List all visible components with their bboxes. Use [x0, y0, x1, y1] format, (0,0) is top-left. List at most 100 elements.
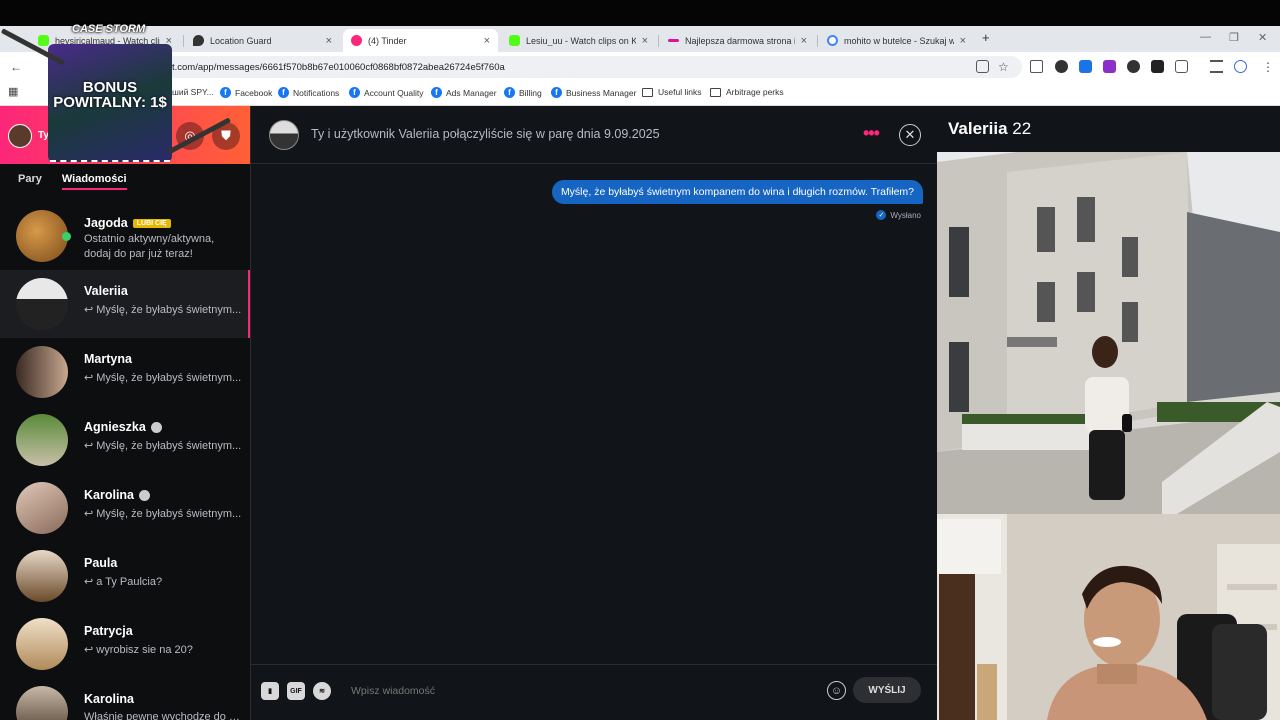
bookmark-spy[interactable]: ший SPY... [172, 87, 214, 97]
close-tab-icon[interactable]: × [484, 35, 490, 47]
tab-messages[interactable]: Wiadomości [61, 173, 127, 190]
bookmark-label: ший SPY... [172, 87, 214, 97]
conversation-name: Karolina [84, 692, 134, 706]
close-window-icon[interactable]: ✕ [1258, 31, 1267, 44]
profile-icon[interactable] [1234, 60, 1247, 73]
close-tab-icon[interactable]: × [801, 35, 807, 47]
sidebar: Ty ◎ ⛊ Pary Wiadomości Jagoda LUBI CIĘ Os… [0, 106, 250, 720]
name-text: Agnieszka [84, 420, 146, 434]
camera-icon[interactable] [1030, 60, 1043, 73]
promo-brand-logo: CASE STORM [72, 23, 146, 35]
promo-divider [50, 160, 170, 162]
back-arrow-icon[interactable]: ← [10, 60, 22, 74]
send-button[interactable]: WYŚLIJ [853, 677, 921, 703]
conversation-name: Valeriia [84, 284, 128, 298]
address-bar[interactable]: t.com/app/messages/6661f570b8b67e010060c… [52, 56, 1022, 78]
chat-header: Ty i użytkownik Valeriia połączyliście s… [251, 106, 938, 164]
check-icon: ✓ [876, 210, 887, 220]
compose-bar: ▮ GIF ≋ ☺ WYŚLIJ [251, 664, 938, 720]
minimize-icon[interactable]: — [1200, 31, 1211, 43]
extension-icon[interactable] [1151, 60, 1164, 73]
extension-icon[interactable] [1055, 60, 1068, 73]
conversation-item-martyna[interactable]: Martyna ↩ Myślę, że byłabyś świetnym... [0, 338, 250, 406]
tab-dating-site[interactable]: Najlepsza darmowa strona i ap × [660, 29, 815, 52]
close-tab-icon[interactable]: × [326, 35, 332, 47]
avatar [16, 414, 68, 466]
promo-banner[interactable]: BONUS POWITALNY: 1$ [48, 44, 172, 162]
verified-badge-icon [150, 421, 162, 433]
tab-title: (4) Tinder [368, 35, 407, 46]
install-app-icon[interactable] [976, 60, 989, 73]
tinder-flame-icon [351, 35, 362, 46]
send-label: WYŚLIJ [868, 684, 906, 696]
folder-icon [642, 87, 653, 97]
bookmark-facebook[interactable]: f Facebook [220, 87, 272, 98]
avatar [16, 210, 68, 262]
conversation-preview: ↩ Myślę, że byłabyś świetnym... [84, 304, 242, 316]
extension-icon[interactable] [1127, 60, 1140, 73]
menu-kebab-icon[interactable]: ⋮ [1262, 60, 1274, 74]
profile-name: Valeriia 22 [948, 119, 1031, 139]
conversation-item-jagoda[interactable]: Jagoda LUBI CIĘ Ostatnio aktywny/aktywna,… [0, 202, 250, 270]
avatar [16, 278, 68, 330]
browser-toolbar: ← t.com/app/messages/6661f570b8b67e01006… [0, 52, 1280, 82]
conversation-item-paula[interactable]: Paula ↩ a Ty Paulcia? [0, 542, 250, 610]
bookmark-useful-links[interactable]: Useful links [642, 87, 701, 97]
profile-panel: Valeriia 22 [937, 106, 1280, 720]
conversation-item-valeriia[interactable]: Valeriia ↩ Myślę, że byłabyś świetnym... [0, 270, 250, 338]
close-tab-icon[interactable]: × [642, 35, 648, 47]
bookmark-label: Facebook [235, 87, 273, 98]
close-chat-icon[interactable]: ✕ [899, 124, 921, 146]
tab-tinder[interactable]: (4) Tinder × [343, 29, 498, 52]
bookmark-notifications[interactable]: f Notifications [278, 87, 339, 98]
bookmark-account-quality[interactable]: f Account Quality [349, 87, 424, 98]
extension-icon[interactable] [1103, 60, 1116, 73]
location-pin-icon [193, 35, 204, 46]
match-avatar[interactable] [269, 120, 299, 150]
name-text: Valeriia [84, 284, 128, 298]
bookmark-arbitrage-perks[interactable]: Arbitrage perks [710, 87, 784, 97]
tab-google-search[interactable]: mohito w butelce - Szukaj w Go × [819, 29, 974, 52]
media-icon[interactable] [1210, 60, 1223, 73]
user-avatar[interactable] [8, 124, 32, 148]
conversation-item-patrycja[interactable]: Patrycja ↩ wyrobisz sie na 20? [0, 610, 250, 678]
extension-icon[interactable] [1079, 60, 1092, 73]
spotify-icon[interactable]: ≋ [313, 682, 331, 700]
conversation-preview: ↩ Myślę, że byłabyś świetnym... [84, 440, 242, 452]
conversation-preview: ↩ Myślę, że byłabyś świetnym... [84, 372, 242, 384]
match-date-text: Ty i użytkownik Valeriia połączyliście s… [311, 127, 660, 141]
conversation-name: Martyna [84, 352, 132, 366]
more-options-icon[interactable]: ••• [863, 123, 880, 144]
facebook-icon: f [504, 87, 515, 98]
bookmark-business-manager[interactable]: f Business Manager [551, 87, 636, 98]
bookmark-billing[interactable]: f Billing [504, 87, 542, 98]
tab-kick-2[interactable]: Lesiu_uu - Watch clips on Kick × [501, 29, 656, 52]
emoji-icon[interactable]: ☺ [827, 681, 846, 700]
new-tab-button[interactable]: + [982, 30, 990, 45]
message-input[interactable] [351, 681, 811, 701]
tab-matches[interactable]: Pary [18, 173, 42, 190]
facebook-icon: f [431, 87, 442, 98]
name-text: Martyna [84, 352, 132, 366]
conversation-item-karolina-2[interactable]: Karolina Właśnie pewne wychodze do g... [0, 678, 250, 720]
conversation-name: Patrycja [84, 624, 133, 638]
maximize-icon[interactable]: ❐ [1229, 31, 1239, 44]
bookmark-star-icon[interactable]: ☆ [998, 60, 1009, 74]
name-text: Karolina [84, 692, 135, 706]
tab-location-guard[interactable]: Location Guard × [185, 29, 340, 52]
apps-grid-icon[interactable]: ▦ [8, 85, 18, 98]
name-text: Patrycja [84, 624, 133, 638]
conversation-item-karolina[interactable]: Karolina ↩ Myślę, że byłabyś świetnym... [0, 474, 250, 542]
avatar [16, 686, 68, 720]
extensions-puzzle-icon[interactable] [1175, 60, 1188, 73]
sticker-icon[interactable]: ▮ [261, 682, 279, 700]
verified-badge-icon [139, 489, 151, 501]
conversation-name: Agnieszka [84, 420, 162, 434]
gif-button[interactable]: GIF [287, 682, 305, 700]
conversation-item-agnieszka[interactable]: Agnieszka ↩ Myślę, że byłabyś świetnym..… [0, 406, 250, 474]
tab-title: Location Guard [210, 35, 272, 46]
bookmark-ads-manager[interactable]: f Ads Manager [431, 87, 497, 98]
profile-photo[interactable] [937, 152, 1280, 514]
promo-text: BONUS POWITALNY: 1$ [53, 79, 167, 111]
close-tab-icon[interactable]: × [960, 35, 966, 47]
